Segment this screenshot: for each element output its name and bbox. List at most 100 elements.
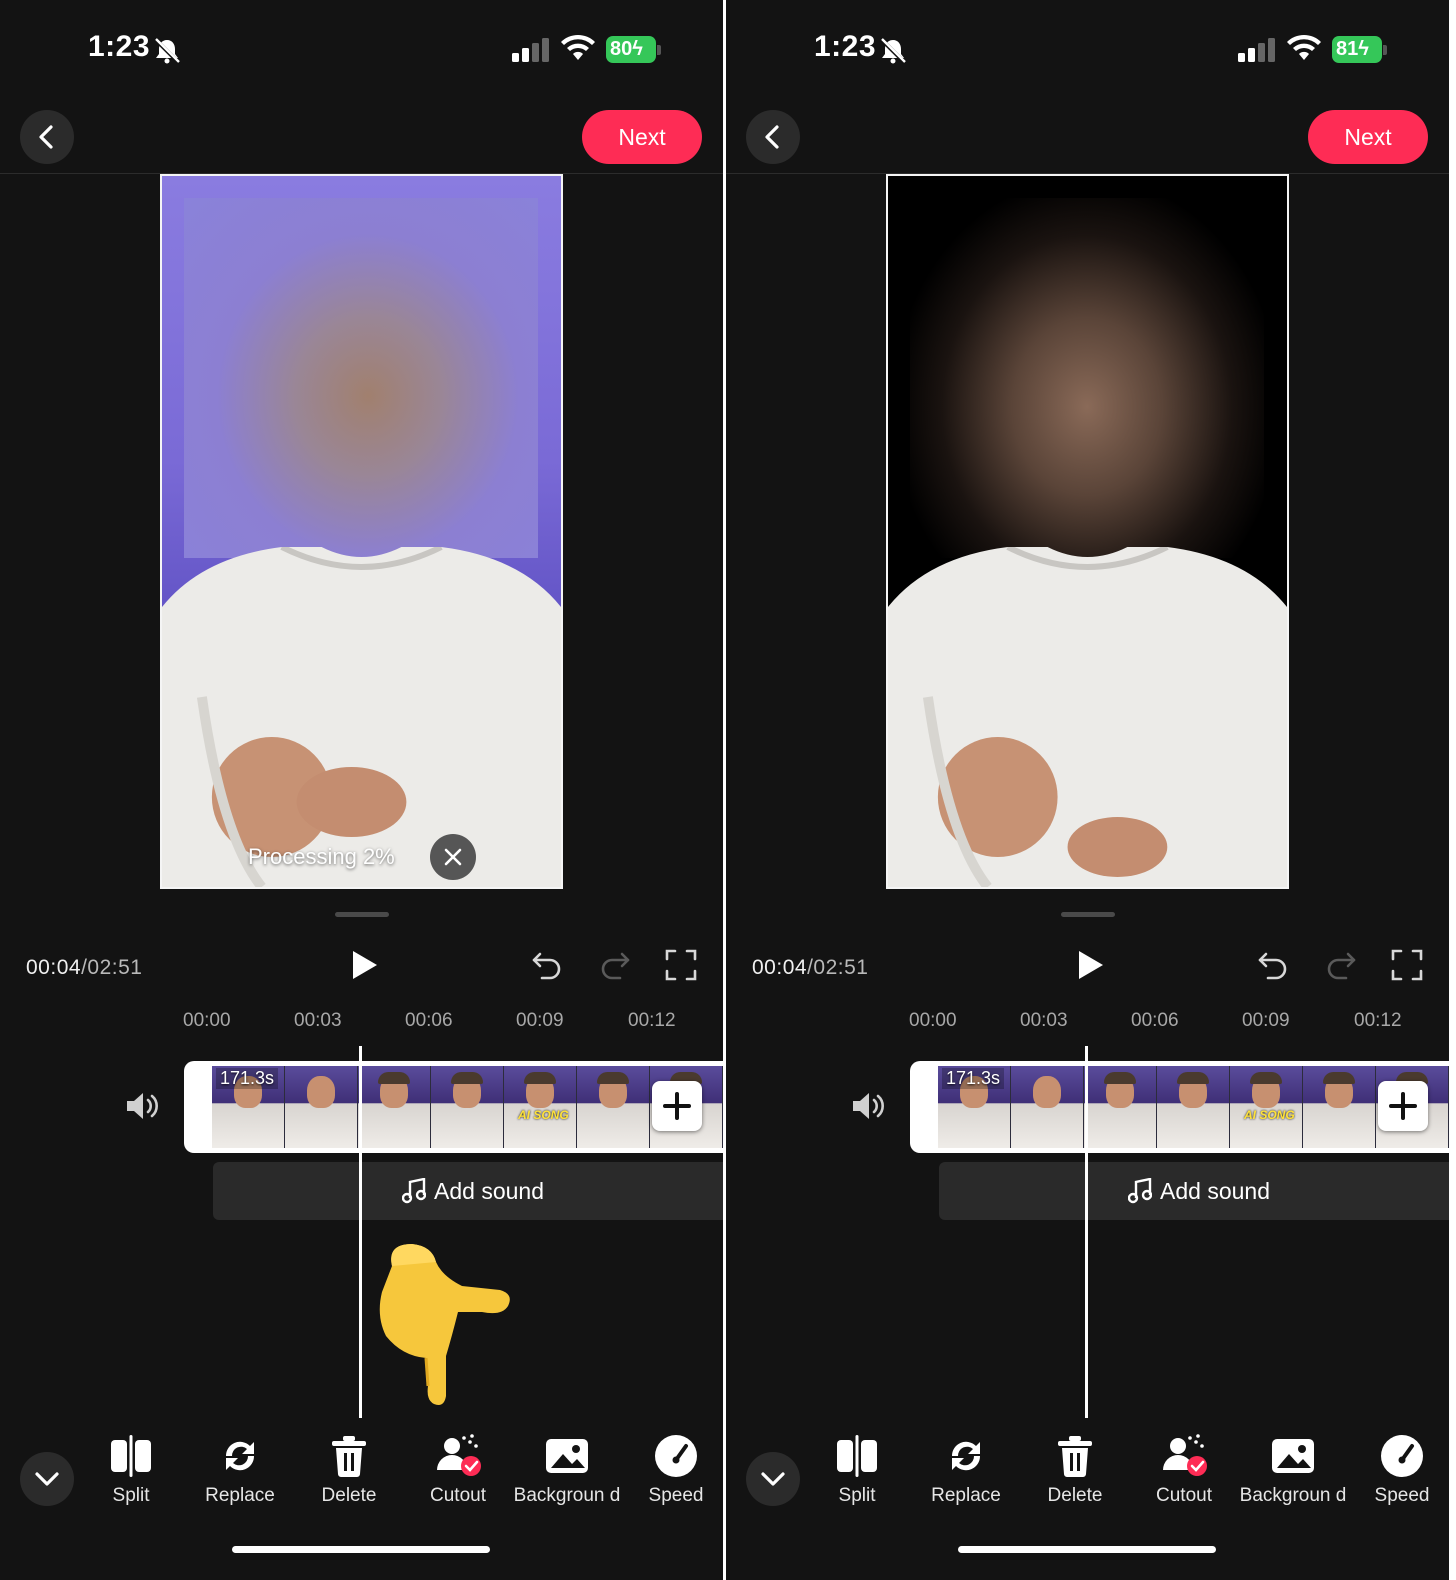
video-clip-track[interactable]: AI SONG 171.3s bbox=[184, 1061, 723, 1153]
music-note-icon bbox=[1128, 1178, 1152, 1204]
tool-cutout[interactable]: Cutout bbox=[403, 1432, 513, 1506]
tool-label: Cutout bbox=[430, 1485, 486, 1506]
clip-frame bbox=[1011, 1066, 1084, 1148]
timecode: 00:04/02:51 bbox=[752, 956, 868, 980]
battery-level: 81 bbox=[1336, 38, 1359, 60]
plus-icon bbox=[663, 1092, 691, 1120]
ruler-tick: 00:03 bbox=[1020, 1010, 1068, 1031]
collapse-toolbar-button[interactable] bbox=[746, 1452, 800, 1506]
video-preview[interactable]: Processing 2% bbox=[160, 174, 563, 889]
collapse-toolbar-button[interactable] bbox=[20, 1452, 74, 1506]
frame-caption: AI SONG bbox=[1244, 1108, 1295, 1122]
tool-delete[interactable]: Delete bbox=[1020, 1432, 1130, 1506]
volume-icon[interactable] bbox=[850, 1090, 886, 1122]
next-button[interactable]: Next bbox=[1308, 110, 1428, 164]
tool-speed[interactable]: Speed bbox=[621, 1432, 723, 1506]
ruler-tick: 00:00 bbox=[909, 1010, 957, 1031]
bell-muted-icon bbox=[153, 37, 181, 65]
clip-frame bbox=[1157, 1066, 1230, 1148]
tool-label: Replace bbox=[205, 1485, 275, 1506]
playhead[interactable] bbox=[1085, 1046, 1088, 1418]
delete-icon bbox=[332, 1436, 366, 1477]
charging-bolt-icon: ϟ bbox=[1358, 38, 1369, 60]
replace-icon bbox=[951, 1441, 981, 1471]
background-icon bbox=[546, 1439, 588, 1473]
tool-label: Speed bbox=[648, 1485, 704, 1506]
bell-muted-icon bbox=[879, 37, 907, 65]
home-indicator bbox=[958, 1546, 1216, 1553]
playhead[interactable] bbox=[359, 1046, 362, 1418]
pointing-hand-emoji bbox=[379, 1244, 510, 1405]
battery-level: 80 bbox=[610, 38, 633, 60]
timecode: 00:04/02:51 bbox=[26, 956, 142, 980]
tool-label: Replace bbox=[931, 1485, 1001, 1506]
background-icon bbox=[1272, 1439, 1314, 1473]
tool-delete[interactable]: Delete bbox=[294, 1432, 404, 1506]
tool-replace[interactable]: Replace bbox=[185, 1432, 295, 1506]
add-sound-button[interactable]: Add sound bbox=[939, 1162, 1449, 1220]
tool-label: Delete bbox=[321, 1485, 377, 1506]
tool-speed[interactable]: Speed bbox=[1347, 1432, 1449, 1506]
tool-replace[interactable]: Replace bbox=[911, 1432, 1021, 1506]
add-sound-label: Add sound bbox=[434, 1177, 544, 1204]
phone-screen-right: 1:23 81ϟ Next 00:04/02:51 00:00 00:03 00… bbox=[726, 0, 1449, 1580]
total-time: /02:51 bbox=[807, 956, 869, 979]
frame-caption: AI SONG bbox=[518, 1108, 569, 1122]
tool-label: Delete bbox=[1047, 1485, 1103, 1506]
cutout-icon bbox=[1163, 1434, 1207, 1476]
clip-duration: 171.3s bbox=[216, 1068, 279, 1089]
chevron-left-icon bbox=[765, 125, 779, 149]
tool-background[interactable]: Backgroun d bbox=[1238, 1432, 1348, 1506]
chevron-down-icon bbox=[761, 1472, 785, 1486]
delete-icon bbox=[1058, 1436, 1092, 1477]
tool-split[interactable]: Split bbox=[76, 1432, 186, 1506]
music-note-icon bbox=[402, 1178, 426, 1204]
add-clip-button[interactable] bbox=[652, 1081, 702, 1131]
current-time: 00:04 bbox=[26, 956, 82, 979]
clip-frame bbox=[577, 1066, 650, 1148]
ruler-tick: 00:00 bbox=[183, 1010, 231, 1031]
fullscreen-icon[interactable] bbox=[1390, 948, 1424, 982]
panel-drag-handle[interactable] bbox=[1061, 912, 1115, 917]
wifi-icon bbox=[561, 34, 595, 60]
face-blur bbox=[910, 198, 1264, 558]
ruler-tick: 00:12 bbox=[1354, 1010, 1402, 1031]
clip-frame bbox=[1084, 1066, 1157, 1148]
volume-icon[interactable] bbox=[124, 1090, 160, 1122]
close-icon bbox=[444, 848, 462, 866]
tool-label: Split bbox=[112, 1485, 150, 1506]
tool-background[interactable]: Backgroun d bbox=[512, 1432, 622, 1506]
clip-frame bbox=[358, 1066, 431, 1148]
split-icon bbox=[837, 1435, 877, 1477]
home-indicator bbox=[232, 1546, 490, 1553]
plus-icon bbox=[1389, 1092, 1417, 1120]
battery-indicator: 80ϟ bbox=[606, 36, 661, 63]
speed-icon bbox=[1381, 1435, 1423, 1477]
cutout-icon bbox=[437, 1434, 481, 1476]
cancel-processing-button[interactable] bbox=[430, 834, 476, 880]
back-button[interactable] bbox=[746, 110, 800, 164]
play-icon[interactable] bbox=[1072, 948, 1106, 982]
split-icon bbox=[111, 1435, 151, 1477]
redo-icon[interactable] bbox=[598, 948, 632, 982]
play-icon[interactable] bbox=[346, 948, 380, 982]
panel-drag-handle[interactable] bbox=[335, 912, 389, 917]
clip-frame: AI SONG bbox=[504, 1066, 577, 1148]
video-clip-track[interactable]: AI SONG 171.3s bbox=[910, 1061, 1449, 1153]
tool-cutout[interactable]: Cutout bbox=[1129, 1432, 1239, 1506]
speed-icon bbox=[655, 1435, 697, 1477]
clip-duration: 171.3s bbox=[942, 1068, 1005, 1089]
back-button[interactable] bbox=[20, 110, 74, 164]
undo-icon[interactable] bbox=[1256, 948, 1290, 982]
clip-frame: AI SONG bbox=[1230, 1066, 1303, 1148]
redo-icon[interactable] bbox=[1324, 948, 1358, 982]
add-sound-button[interactable]: Add sound bbox=[213, 1162, 723, 1220]
video-preview[interactable] bbox=[886, 174, 1289, 889]
add-clip-button[interactable] bbox=[1378, 1081, 1428, 1131]
undo-icon[interactable] bbox=[530, 948, 564, 982]
tool-split[interactable]: Split bbox=[802, 1432, 912, 1506]
fullscreen-icon[interactable] bbox=[664, 948, 698, 982]
next-button[interactable]: Next bbox=[582, 110, 702, 164]
ruler-tick: 00:06 bbox=[1131, 1010, 1179, 1031]
clip-frames: AI SONG bbox=[212, 1066, 723, 1148]
